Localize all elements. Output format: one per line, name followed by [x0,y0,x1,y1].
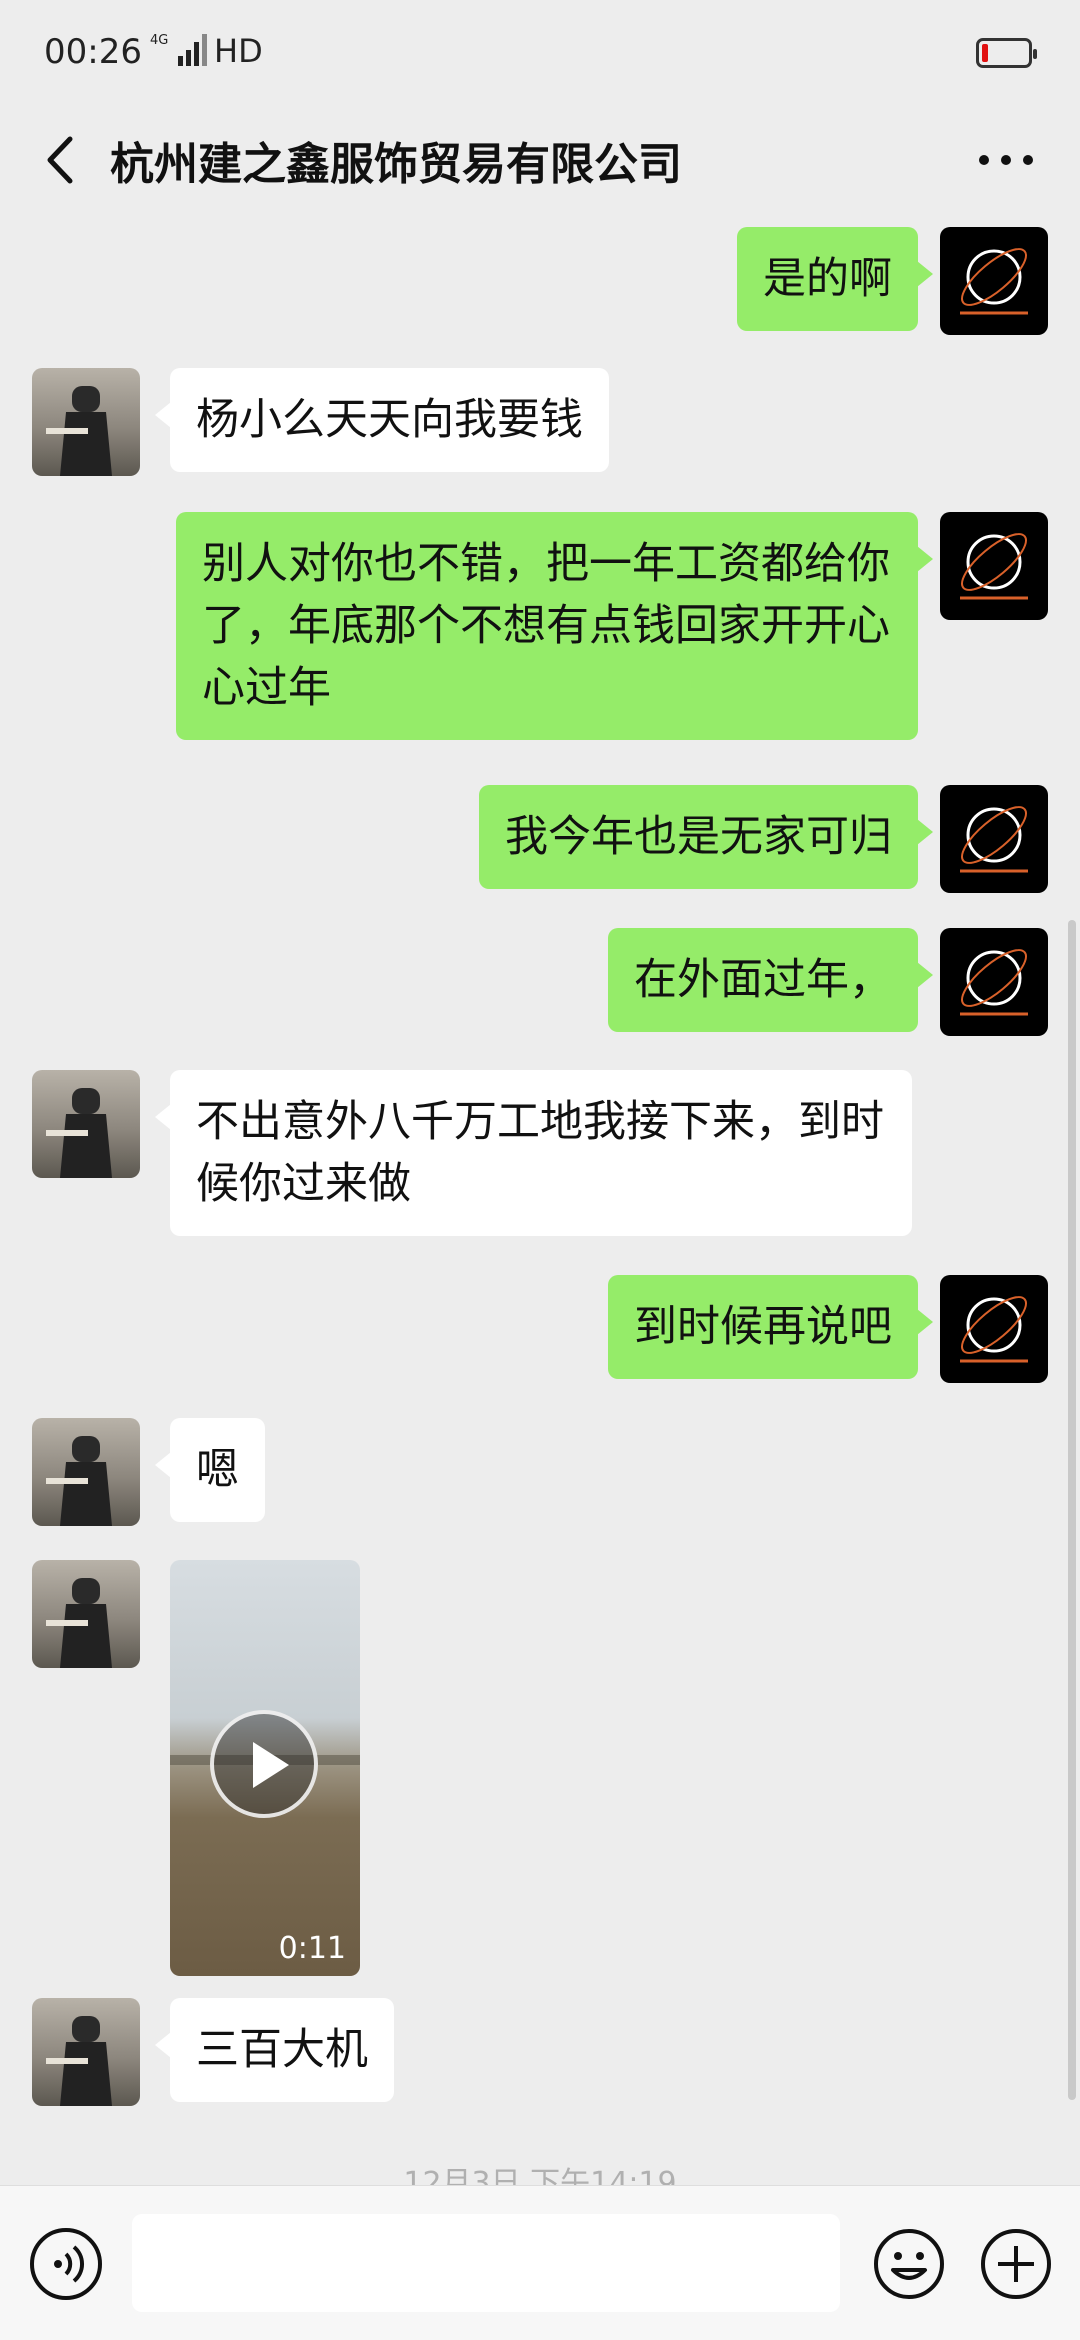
message-bubble[interactable]: 到时候再说吧 [608,1275,933,1379]
my-avatar[interactable] [940,512,1048,620]
signal-icon: 4G [150,33,207,66]
my-avatar[interactable] [940,928,1048,1036]
message-bubble[interactable]: 我今年也是无家可归 [479,785,933,889]
message-list[interactable]: 是的啊 杨小么天天向我要钱 别人对你也不错，把一年工资都给你了，年底那个不想有点… [0,210,1080,2185]
video-message[interactable]: 0:11 [170,1560,360,1976]
emoji-icon[interactable] [871,2226,947,2302]
my-avatar[interactable] [940,1275,1048,1383]
message-bubble[interactable]: 嗯 [155,1418,265,1522]
scrollbar[interactable] [1068,920,1076,2100]
message-input[interactable] [132,2214,840,2312]
battery-level [982,44,988,62]
message-bubble[interactable]: 在外面过年， [608,928,933,1032]
contact-avatar[interactable] [32,1418,140,1526]
contact-avatar[interactable] [32,1070,140,1178]
message-bubble[interactable]: 杨小么天天向我要钱 [155,368,609,472]
chat-screen: 00:26 4G HD 杭州建之鑫服饰贸易有限公司 是的啊 杨小么天天向我要钱 … [0,0,1080,2340]
message-bubble[interactable]: 三百大机 [155,1998,394,2102]
battery-icon [976,38,1037,68]
voice-icon[interactable] [30,2228,102,2300]
contact-avatar[interactable] [32,1998,140,2106]
chat-header: 杭州建之鑫服饰贸易有限公司 [0,110,1080,210]
contact-avatar[interactable] [32,1560,140,1668]
back-icon[interactable] [30,125,100,195]
chat-title: 杭州建之鑫服饰贸易有限公司 [110,139,682,190]
more-dots-icon[interactable] [966,125,1046,195]
network-label: 4G [150,33,168,48]
message-timestamp: 12月3日 下午14:19 [403,2166,677,2185]
video-duration: 0:11 [278,1931,346,1966]
input-bar [0,2185,1080,2340]
contact-avatar[interactable] [32,368,140,476]
status-bar: 00:26 4G HD [0,0,1080,110]
hd-indicator: HD [214,32,263,70]
message-bubble[interactable]: 不出意外八千万工地我接下来，到时候你过来做 [155,1070,912,1236]
my-avatar[interactable] [940,785,1048,893]
my-avatar[interactable] [940,227,1048,335]
message-bubble[interactable]: 是的啊 [737,227,933,331]
plus-icon[interactable] [978,2226,1054,2302]
status-time: 00:26 [44,32,142,72]
message-bubble[interactable]: 别人对你也不错，把一年工资都给你了，年底那个不想有点钱回家开开心心过年 [176,512,933,740]
play-icon[interactable] [210,1710,318,1818]
